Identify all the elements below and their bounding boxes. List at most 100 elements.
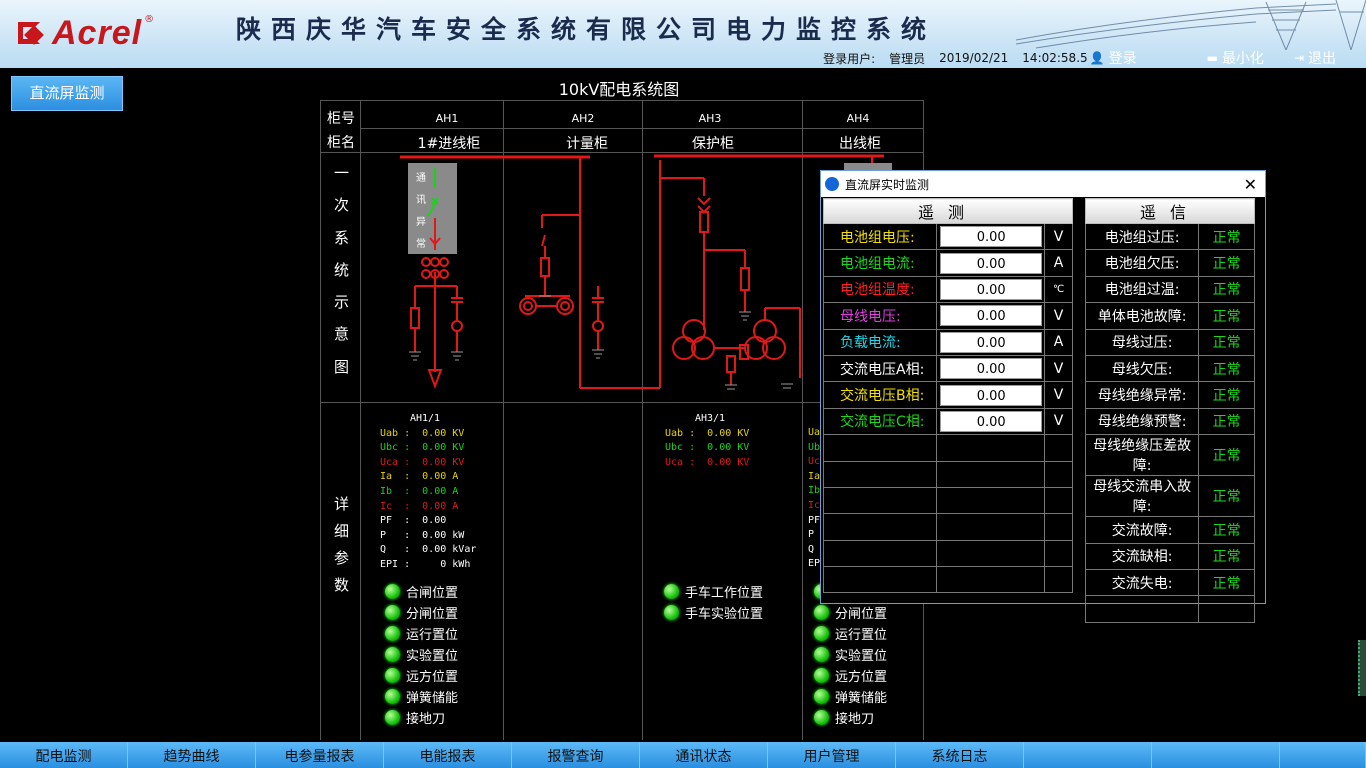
telemetry-value-field: 0.00 — [940, 226, 1043, 248]
user-name: 管理员 — [889, 51, 926, 66]
status-led-label: 分闸位置 — [835, 607, 888, 622]
meter-reading-row: Uca : 0.00 KV — [380, 456, 465, 468]
status-led-row: 分闸位置 — [385, 602, 458, 623]
nav-item[interactable]: 报警查询 — [512, 742, 640, 768]
green-status-led-icon — [664, 605, 679, 620]
dialog-titlebar[interactable]: 直流屏实时监测 ✕ — [821, 171, 1265, 197]
nav-item[interactable]: 用户管理 — [768, 742, 896, 768]
telesignal-label: 电池组过压: — [1084, 222, 1200, 251]
status-led-row: 远方位置 — [385, 665, 458, 686]
exit-label: 退出 — [1308, 51, 1336, 67]
detail-label-char: 参 — [334, 549, 350, 567]
green-status-led-icon — [385, 710, 400, 725]
meter-reading-row: Ubc : 0.00 KV — [665, 442, 750, 454]
meter-reading-row: Uab : 0.00 KV — [665, 427, 750, 439]
reading-value: 0.00 — [422, 500, 447, 512]
reading-key: Ubc — [665, 442, 684, 454]
telemetry-value-field: 0.00 — [940, 358, 1043, 380]
reading-value: 0.00 — [707, 456, 732, 468]
telesignal-label: 母线过压: — [1084, 328, 1200, 356]
telemetry-row: 交流电压A相: 0.00 V — [822, 354, 1073, 383]
acrel-logo-mark-icon — [18, 18, 48, 48]
reading-key: PF — [380, 515, 399, 527]
reading-unit: KV — [737, 427, 750, 439]
telesignal-label: 交流故障: — [1084, 516, 1200, 544]
nav-item[interactable] — [1024, 742, 1152, 768]
reading-unit: A — [452, 500, 459, 512]
reading-key: Q — [380, 544, 399, 556]
dc-screen-monitor-button[interactable]: 直流屏监测 — [11, 76, 123, 111]
reading-key: P — [808, 529, 815, 541]
side-scroll-handle[interactable] — [1358, 640, 1366, 696]
telesignal-row: 电池组过压: 正常 — [1084, 222, 1255, 251]
reading-key: Ia — [380, 471, 399, 483]
status-led-label: 远方位置 — [835, 670, 888, 685]
exit-button[interactable]: ⇥ 退出 — [1294, 48, 1350, 68]
telesignal-label: 交流失电: — [1084, 568, 1200, 597]
telemetry-value-field: 0.00 — [940, 384, 1043, 406]
telemetry-unit: A — [1044, 249, 1073, 277]
telesignal-label — [1084, 595, 1200, 623]
meter-reading-row: Uab : 0.00 KV — [380, 427, 465, 439]
meter-reading-row: PF : 0.00 — [380, 515, 447, 527]
status-led-row: 手车实验位置 — [664, 602, 763, 623]
telesignal-row: 母线绝缘异常: 正常 — [1084, 381, 1255, 409]
minimize-button[interactable]: ▬ 最小化 — [1207, 48, 1278, 68]
status-led-label: 接地刀 — [835, 712, 875, 727]
reading-key: Q — [808, 543, 815, 555]
telesignal-label: 母线交流串入故障: — [1084, 475, 1200, 518]
nav-item[interactable]: 配电监测 — [0, 742, 128, 768]
telemetry-label: 交流电压C相: — [822, 407, 938, 436]
reading-value: 0.00 — [422, 442, 447, 454]
reading-key: Uca — [665, 456, 684, 468]
reading-value: 0.00 — [707, 442, 732, 454]
telemetry-value-field: 0.00 — [940, 410, 1043, 432]
telesignal-state: 正常 — [1198, 475, 1255, 518]
green-status-led-icon — [664, 584, 679, 599]
meter-reading-row: P : 0.00 kW — [380, 529, 465, 541]
telemetry-label: 电池组温度: — [822, 275, 938, 304]
reading-value: 0 — [422, 558, 447, 570]
status-led-row: 接地刀 — [814, 707, 887, 728]
current-date: 2019/02/21 — [939, 51, 1009, 65]
status-bar: 登录用户: 管理员 2019/02/21 14:02:58.5 👤 登录 ▬ 最小化… — [823, 48, 1366, 68]
acrel-logo: Acrel ® — [18, 14, 154, 52]
reading-key: Uab — [380, 427, 399, 439]
reading-key: Ub — [808, 441, 821, 453]
green-status-led-icon — [814, 647, 829, 662]
telesignal-row: 交流失电: 正常 — [1084, 568, 1255, 597]
login-button[interactable]: 👤 登录 — [1090, 48, 1151, 68]
reading-value: 0.00 — [422, 471, 447, 483]
nav-item[interactable] — [1152, 742, 1280, 768]
status-led-row: 分闸位置 — [814, 602, 887, 623]
reading-unit: A — [452, 471, 459, 483]
telemetry-header: 遥测 — [823, 198, 1073, 224]
telesignal-label: 电池组过温: — [1084, 275, 1200, 304]
reading-value: 0.00 — [422, 485, 447, 497]
nav-item[interactable]: 电能报表 — [384, 742, 512, 768]
telemetry-label: 电池组电流: — [822, 249, 938, 277]
nav-item[interactable]: 趋势曲线 — [128, 742, 256, 768]
telesignal-row: 母线绝缘预警: 正常 — [1084, 407, 1255, 436]
close-icon[interactable]: ✕ — [1244, 175, 1257, 194]
telemetry-row: 交流电压C相: 0.00 V — [822, 407, 1073, 436]
detail-label-char: 细 — [334, 522, 350, 540]
reading-unit: KV — [452, 427, 465, 439]
telesignal-state: 正常 — [1198, 381, 1255, 409]
nav-item[interactable] — [1280, 742, 1366, 768]
telemetry-label: 电池组电压: — [822, 222, 938, 251]
nav-item[interactable]: 通讯状态 — [640, 742, 768, 768]
telesignal-header: 遥信 — [1085, 198, 1255, 224]
nav-item[interactable]: 系统日志 — [896, 742, 1024, 768]
telemetry-table: 遥测 电池组电压: 0.00 V 电池组电流: 0.00 A 电池组温度: 0.00 ℃ 母线电压… — [822, 198, 1073, 594]
reading-key: Ic — [380, 500, 399, 512]
telemetry-unit: V — [1044, 381, 1073, 409]
reading-unit: KV — [737, 442, 750, 454]
telesignal-row: 交流故障: 正常 — [1084, 516, 1255, 544]
telemetry-unit: V — [1044, 222, 1073, 251]
nav-item[interactable]: 电参量报表 — [256, 742, 384, 768]
dc-realtime-monitor-dialog[interactable]: 直流屏实时监测 ✕ 遥测 电池组电压: 0.00 V 电池组电流: 0.00 A 电池组温度… — [820, 170, 1266, 623]
ah3-status-leds: 手车工作位置 手车实验位置 — [664, 581, 763, 623]
telesignal-label: 单体电池故障: — [1084, 302, 1200, 330]
telemetry-value-field: 0.00 — [940, 252, 1043, 274]
